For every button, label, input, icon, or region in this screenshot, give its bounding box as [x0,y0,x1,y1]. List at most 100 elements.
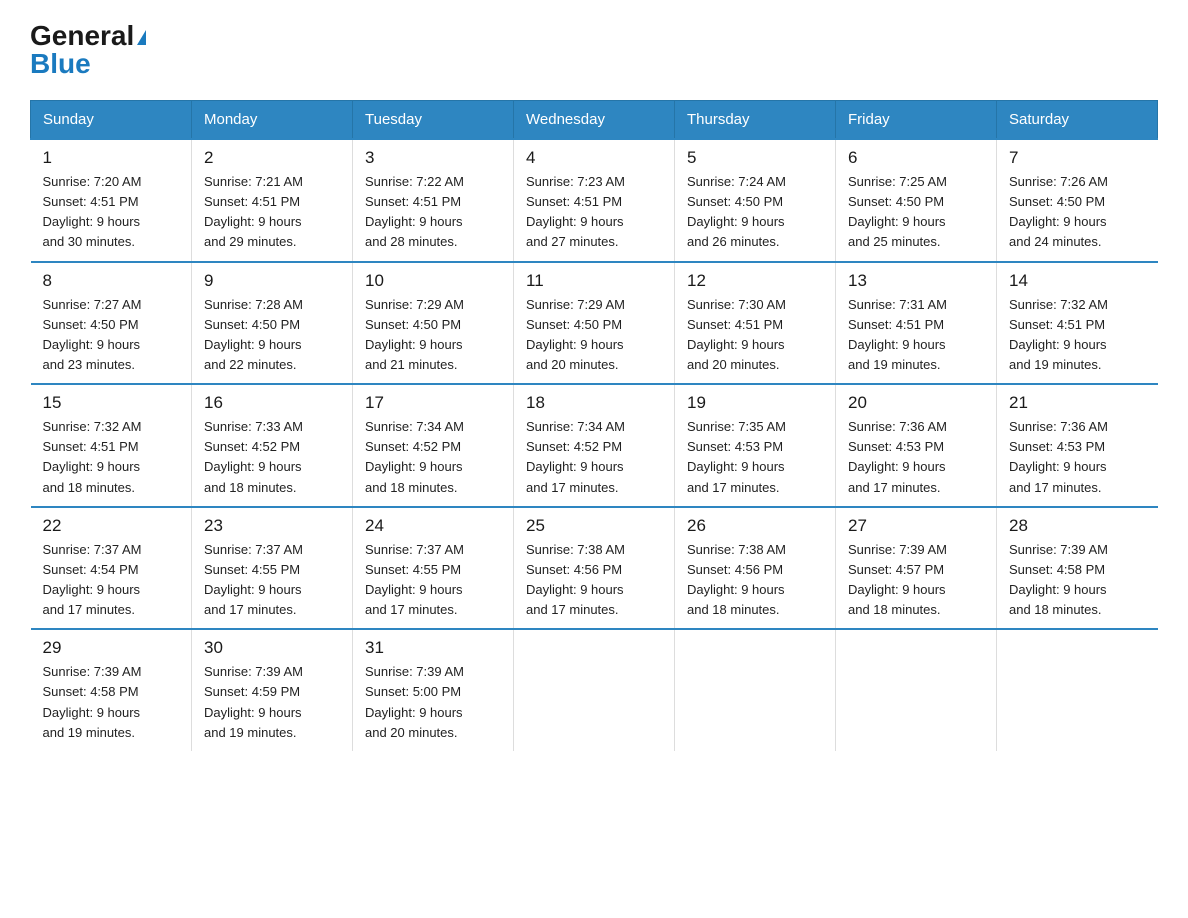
day-number: 9 [204,271,340,291]
day-info: Sunrise: 7:37 AM Sunset: 4:55 PM Dayligh… [365,540,501,621]
day-info: Sunrise: 7:32 AM Sunset: 4:51 PM Dayligh… [43,417,180,498]
day-number: 17 [365,393,501,413]
day-number: 1 [43,148,180,168]
calendar-cell: 31 Sunrise: 7:39 AM Sunset: 5:00 PM Dayl… [353,629,514,751]
day-header-monday: Monday [192,101,353,140]
day-info: Sunrise: 7:30 AM Sunset: 4:51 PM Dayligh… [687,295,823,376]
calendar-cell: 11 Sunrise: 7:29 AM Sunset: 4:50 PM Dayl… [514,262,675,385]
calendar-cell: 8 Sunrise: 7:27 AM Sunset: 4:50 PM Dayli… [31,262,192,385]
day-number: 11 [526,271,662,291]
day-info: Sunrise: 7:34 AM Sunset: 4:52 PM Dayligh… [365,417,501,498]
calendar-cell: 30 Sunrise: 7:39 AM Sunset: 4:59 PM Dayl… [192,629,353,751]
calendar-cell: 12 Sunrise: 7:30 AM Sunset: 4:51 PM Dayl… [675,262,836,385]
calendar-cell: 24 Sunrise: 7:37 AM Sunset: 4:55 PM Dayl… [353,507,514,630]
calendar-cell: 2 Sunrise: 7:21 AM Sunset: 4:51 PM Dayli… [192,139,353,262]
day-number: 2 [204,148,340,168]
calendar-cell: 22 Sunrise: 7:37 AM Sunset: 4:54 PM Dayl… [31,507,192,630]
calendar-cell [836,629,997,751]
calendar-cell: 1 Sunrise: 7:20 AM Sunset: 4:51 PM Dayli… [31,139,192,262]
calendar-cell [675,629,836,751]
calendar-cell: 14 Sunrise: 7:32 AM Sunset: 4:51 PM Dayl… [997,262,1158,385]
day-number: 29 [43,638,180,658]
day-header-friday: Friday [836,101,997,140]
day-info: Sunrise: 7:39 AM Sunset: 4:59 PM Dayligh… [204,662,340,743]
calendar-cell: 4 Sunrise: 7:23 AM Sunset: 4:51 PM Dayli… [514,139,675,262]
day-info: Sunrise: 7:22 AM Sunset: 4:51 PM Dayligh… [365,172,501,253]
calendar-week-row: 1 Sunrise: 7:20 AM Sunset: 4:51 PM Dayli… [31,139,1158,262]
day-header-sunday: Sunday [31,101,192,140]
calendar-cell: 20 Sunrise: 7:36 AM Sunset: 4:53 PM Dayl… [836,384,997,507]
calendar-cell: 21 Sunrise: 7:36 AM Sunset: 4:53 PM Dayl… [997,384,1158,507]
day-info: Sunrise: 7:21 AM Sunset: 4:51 PM Dayligh… [204,172,340,253]
calendar-week-row: 8 Sunrise: 7:27 AM Sunset: 4:50 PM Dayli… [31,262,1158,385]
calendar-cell: 6 Sunrise: 7:25 AM Sunset: 4:50 PM Dayli… [836,139,997,262]
calendar-cell: 16 Sunrise: 7:33 AM Sunset: 4:52 PM Dayl… [192,384,353,507]
logo-blue-text: Blue [30,48,91,80]
calendar-cell: 18 Sunrise: 7:34 AM Sunset: 4:52 PM Dayl… [514,384,675,507]
day-info: Sunrise: 7:29 AM Sunset: 4:50 PM Dayligh… [526,295,662,376]
calendar-cell: 3 Sunrise: 7:22 AM Sunset: 4:51 PM Dayli… [353,139,514,262]
day-info: Sunrise: 7:36 AM Sunset: 4:53 PM Dayligh… [848,417,984,498]
calendar-week-row: 15 Sunrise: 7:32 AM Sunset: 4:51 PM Dayl… [31,384,1158,507]
day-number: 8 [43,271,180,291]
day-number: 14 [1009,271,1146,291]
day-info: Sunrise: 7:38 AM Sunset: 4:56 PM Dayligh… [687,540,823,621]
day-number: 18 [526,393,662,413]
day-number: 30 [204,638,340,658]
day-info: Sunrise: 7:35 AM Sunset: 4:53 PM Dayligh… [687,417,823,498]
day-info: Sunrise: 7:32 AM Sunset: 4:51 PM Dayligh… [1009,295,1146,376]
calendar-cell [997,629,1158,751]
day-number: 31 [365,638,501,658]
calendar-week-row: 29 Sunrise: 7:39 AM Sunset: 4:58 PM Dayl… [31,629,1158,751]
calendar-cell [514,629,675,751]
day-info: Sunrise: 7:27 AM Sunset: 4:50 PM Dayligh… [43,295,180,376]
calendar-table: SundayMondayTuesdayWednesdayThursdayFrid… [30,100,1158,751]
calendar-week-row: 22 Sunrise: 7:37 AM Sunset: 4:54 PM Dayl… [31,507,1158,630]
day-header-wednesday: Wednesday [514,101,675,140]
day-info: Sunrise: 7:39 AM Sunset: 4:58 PM Dayligh… [43,662,180,743]
day-info: Sunrise: 7:36 AM Sunset: 4:53 PM Dayligh… [1009,417,1146,498]
day-info: Sunrise: 7:20 AM Sunset: 4:51 PM Dayligh… [43,172,180,253]
day-number: 4 [526,148,662,168]
day-number: 20 [848,393,984,413]
day-number: 28 [1009,516,1146,536]
day-info: Sunrise: 7:39 AM Sunset: 5:00 PM Dayligh… [365,662,501,743]
day-info: Sunrise: 7:31 AM Sunset: 4:51 PM Dayligh… [848,295,984,376]
day-info: Sunrise: 7:37 AM Sunset: 4:54 PM Dayligh… [43,540,180,621]
calendar-cell: 25 Sunrise: 7:38 AM Sunset: 4:56 PM Dayl… [514,507,675,630]
calendar-cell: 13 Sunrise: 7:31 AM Sunset: 4:51 PM Dayl… [836,262,997,385]
day-number: 15 [43,393,180,413]
logo-triangle-icon [137,30,146,45]
day-number: 27 [848,516,984,536]
day-number: 6 [848,148,984,168]
logo: General Blue [30,20,146,80]
day-info: Sunrise: 7:38 AM Sunset: 4:56 PM Dayligh… [526,540,662,621]
day-info: Sunrise: 7:24 AM Sunset: 4:50 PM Dayligh… [687,172,823,253]
day-number: 22 [43,516,180,536]
day-info: Sunrise: 7:23 AM Sunset: 4:51 PM Dayligh… [526,172,662,253]
day-number: 5 [687,148,823,168]
day-number: 19 [687,393,823,413]
calendar-cell: 7 Sunrise: 7:26 AM Sunset: 4:50 PM Dayli… [997,139,1158,262]
calendar-cell: 27 Sunrise: 7:39 AM Sunset: 4:57 PM Dayl… [836,507,997,630]
day-number: 3 [365,148,501,168]
calendar-cell: 26 Sunrise: 7:38 AM Sunset: 4:56 PM Dayl… [675,507,836,630]
page-header: General Blue [30,20,1158,80]
calendar-cell: 15 Sunrise: 7:32 AM Sunset: 4:51 PM Dayl… [31,384,192,507]
day-info: Sunrise: 7:37 AM Sunset: 4:55 PM Dayligh… [204,540,340,621]
day-info: Sunrise: 7:34 AM Sunset: 4:52 PM Dayligh… [526,417,662,498]
day-header-thursday: Thursday [675,101,836,140]
calendar-cell: 28 Sunrise: 7:39 AM Sunset: 4:58 PM Dayl… [997,507,1158,630]
calendar-cell: 5 Sunrise: 7:24 AM Sunset: 4:50 PM Dayli… [675,139,836,262]
day-header-saturday: Saturday [997,101,1158,140]
calendar-header-row: SundayMondayTuesdayWednesdayThursdayFrid… [31,101,1158,140]
day-info: Sunrise: 7:39 AM Sunset: 4:57 PM Dayligh… [848,540,984,621]
calendar-cell: 9 Sunrise: 7:28 AM Sunset: 4:50 PM Dayli… [192,262,353,385]
calendar-cell: 17 Sunrise: 7:34 AM Sunset: 4:52 PM Dayl… [353,384,514,507]
day-number: 23 [204,516,340,536]
day-info: Sunrise: 7:29 AM Sunset: 4:50 PM Dayligh… [365,295,501,376]
day-number: 26 [687,516,823,536]
calendar-cell: 23 Sunrise: 7:37 AM Sunset: 4:55 PM Dayl… [192,507,353,630]
day-number: 24 [365,516,501,536]
calendar-cell: 10 Sunrise: 7:29 AM Sunset: 4:50 PM Dayl… [353,262,514,385]
